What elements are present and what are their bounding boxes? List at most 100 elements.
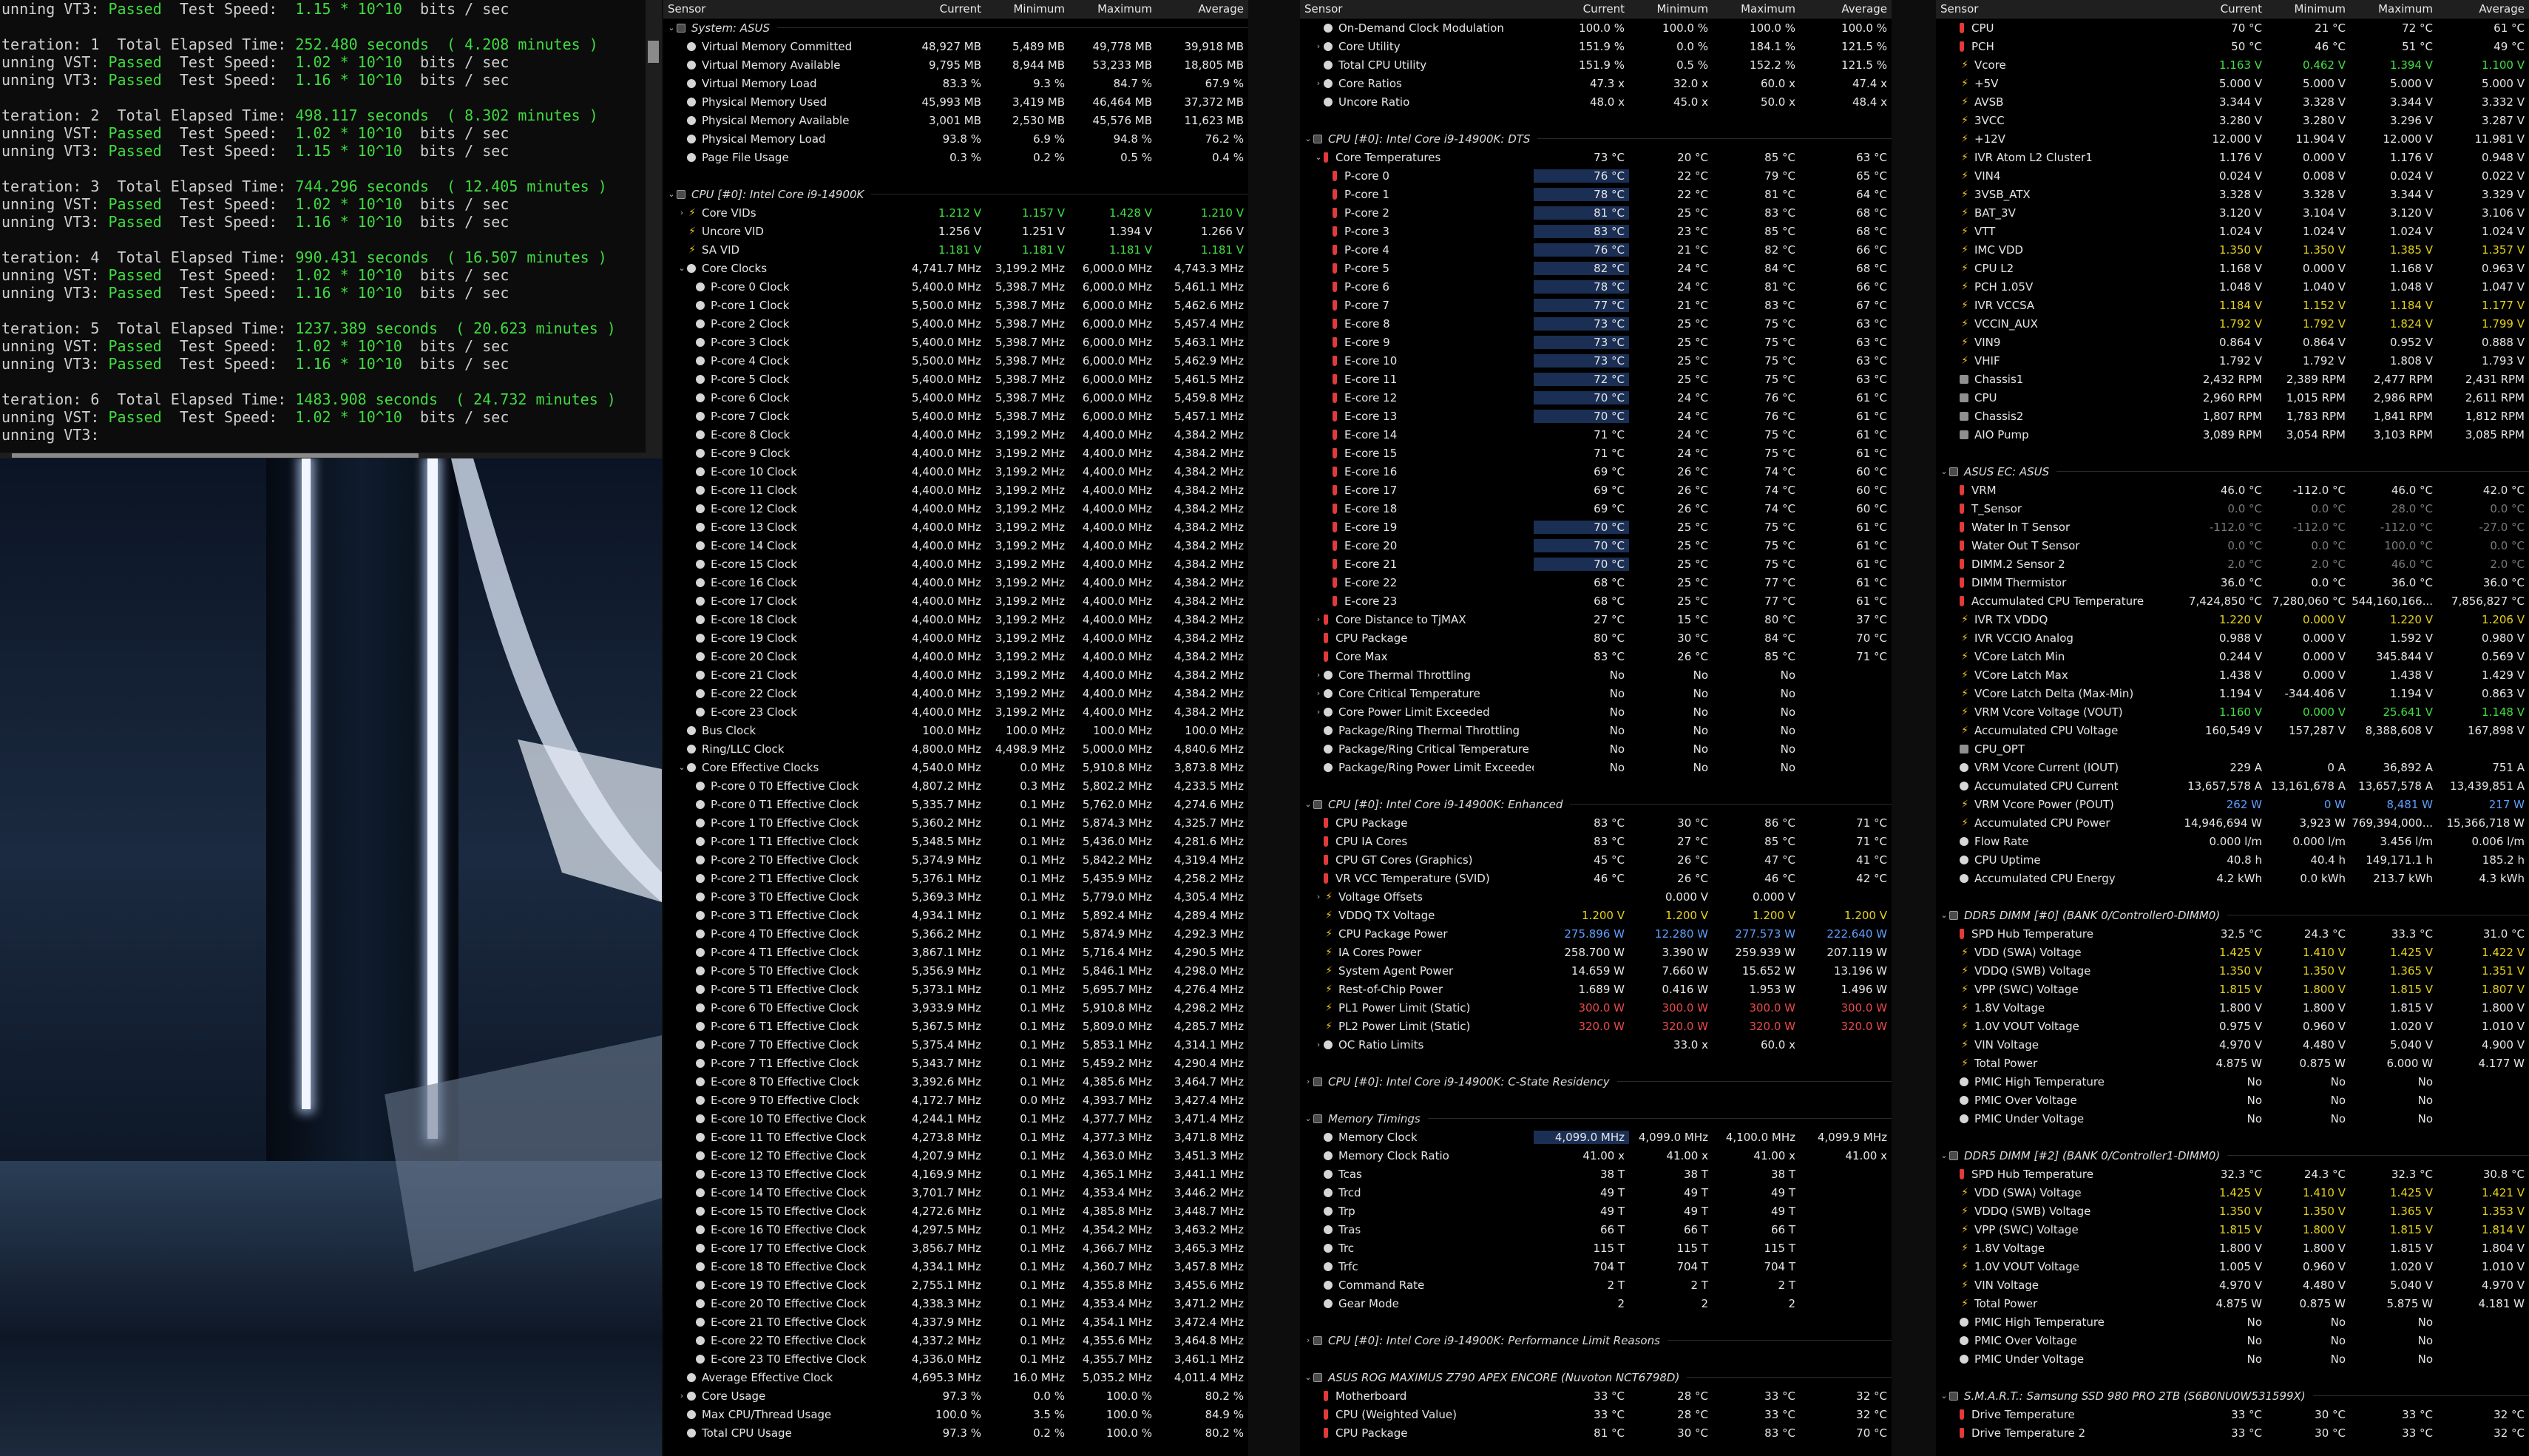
column-header-maximum[interactable]: Maximum <box>1713 2 1800 16</box>
expand-chevron-icon[interactable]: › <box>1313 78 1324 88</box>
expand-chevron-icon[interactable]: ⌄ <box>1939 910 1949 920</box>
sensor-row[interactable]: CPU 70 °C 21 °C 72 °C 61 °C <box>1936 18 2529 37</box>
sensor-row[interactable]: ⚡ VPP (SWC) Voltage 1.815 V 1.800 V 1.815 V1… <box>1936 980 2529 998</box>
sensor-row[interactable]: P-core 4 Clock 5,500.0 MHz 5,398.7 MHz 6,00… <box>663 351 1248 370</box>
sensor-row[interactable]: E-core 11 T0 Effective Clock 4,273.8 MHz 0… <box>663 1128 1248 1146</box>
sensor-row[interactable]: ⚡ IVR VCCSA 1.184 V 1.152 V 1.184 V 1.177 V <box>1936 296 2529 314</box>
sensor-group-header[interactable]: › CPU [#0]: Intel Core i9-14900K: Perform… <box>1300 1331 1892 1350</box>
sensor-row[interactable]: SPD Hub Temperature 32.5 °C 24.3 °C 33.3 °C… <box>1936 924 2529 943</box>
sensor-row[interactable]: Virtual Memory Available 9,795 MB 8,944 MB… <box>663 55 1248 74</box>
sensor-row[interactable]: P-core 5 82 °C 24 °C 84 °C 68 °C <box>1300 259 1892 277</box>
scrollbar-thumb[interactable] <box>648 41 659 63</box>
sensor-row[interactable]: DIMM.2 Sensor 2 2.0 °C 2.0 °C 46.0 °C 2.0 °C <box>1936 555 2529 573</box>
sensor-row[interactable]: Drive Temperature 33 °C 30 °C 33 °C 32 °C <box>1936 1405 2529 1423</box>
sensor-row[interactable]: ⚡ Rest-of-Chip Power 1.689 W 0.416 W 1.953 W… <box>1300 980 1892 998</box>
sensor-row[interactable]: E-core 8 Clock 4,400.0 MHz 3,199.2 MHz 4,40… <box>663 425 1248 444</box>
sensor-row[interactable]: PMIC Over Voltage No No No <box>1936 1331 2529 1350</box>
sensor-row[interactable]: ⚡ VRM Vcore Power (POUT) 262 W0 W 8,481 W 21… <box>1936 795 2529 813</box>
expand-chevron-icon[interactable]: › <box>1313 688 1324 698</box>
sensor-row[interactable]: ⚡ VRM Vcore Voltage (VOUT) 1.160 V 0.000 V2… <box>1936 702 2529 721</box>
collapse-chevron-icon[interactable]: ⌄ <box>677 762 687 772</box>
column-header-current[interactable]: Current <box>1534 2 1629 16</box>
sensor-row[interactable]: E-core 14 71 °C 24 °C 75 °C 61 °C <box>1300 425 1892 444</box>
sensor-row[interactable]: CPU (Weighted Value) 33 °C 28 °C 33 °C 32 °C <box>1300 1405 1892 1423</box>
sensor-row[interactable]: ⚡ VDDQ (SWB) Voltage 1.350 V 1.350 V 1.365 V… <box>1936 1202 2529 1220</box>
sensor-row[interactable]: › ⚡ Core VIDs 1.212 V 1.157 V 1.428 V 1.210 V <box>663 203 1248 222</box>
expand-chevron-icon[interactable]: ⌄ <box>1303 1372 1313 1382</box>
sensor-row[interactable]: ⚡ VHIF 1.792 V 1.792 V 1.808 V 1.793 V <box>1936 351 2529 370</box>
expand-chevron-icon[interactable]: ⌄ <box>1303 799 1313 809</box>
expand-chevron-icon[interactable]: › <box>677 208 687 217</box>
sensor-row[interactable]: E-core 16 T0 Effective Clock 4,297.5 MHz 0… <box>663 1220 1248 1239</box>
expand-chevron-icon[interactable]: ⌄ <box>666 23 677 33</box>
sensor-row[interactable]: ⚡ 1.0V VOUT Voltage 0.975 V 0.960 V 1.020 V1… <box>1936 1017 2529 1035</box>
column-header-average[interactable]: Average <box>2437 2 2529 16</box>
sensor-row[interactable]: ⚡ 1.8V Voltage 1.800 V 1.800 V 1.815 V 1.800 … <box>1936 998 2529 1017</box>
column-header-minimum[interactable]: Minimum <box>1629 2 1713 16</box>
collapse-chevron-icon[interactable]: ⌄ <box>1313 152 1324 162</box>
sensor-row[interactable]: CPU 2,960 RPM 1,015 RPM 2,986 RPM 2,611 RPM <box>1936 388 2529 407</box>
expand-chevron-icon[interactable]: › <box>1303 1077 1313 1086</box>
sensor-row[interactable]: ⚡ Accumulated CPU Power 14,946,694 W 3,923 … <box>1936 813 2529 832</box>
sensor-row[interactable]: P-core 0 Clock 5,400.0 MHz 5,398.7 MHz 6,00… <box>663 277 1248 296</box>
expand-chevron-icon[interactable]: › <box>1303 1335 1313 1345</box>
sensor-row[interactable]: ⚡ AVSB 3.344 V 3.328 V 3.344 V 3.332 V <box>1936 92 2529 111</box>
sensor-row[interactable]: E-core 15 Clock 4,400.0 MHz 3,199.2 MHz 4,4… <box>663 555 1248 573</box>
sensor-row[interactable]: E-core 17 69 °C 26 °C 74 °C 60 °C <box>1300 481 1892 499</box>
sensor-row[interactable]: ⚡ +5V 5.000 V 5.000 V 5.000 V 5.000 V <box>1936 74 2529 92</box>
sensor-row[interactable]: P-core 6 Clock 5,400.0 MHz 5,398.7 MHz 6,00… <box>663 388 1248 407</box>
sensor-row[interactable]: ⚡ PL2 Power Limit (Static) 320.0 W 320.0 W3… <box>1300 1017 1892 1035</box>
sensor-row[interactable]: ⚡ VCore Latch Max 1.438 V 0.000 V 1.438 V 1.4… <box>1936 666 2529 684</box>
column-header-minimum[interactable]: Minimum <box>2266 2 2350 16</box>
sensor-row[interactable]: Trcd 49 T 49 T 49 T <box>1300 1183 1892 1202</box>
sensor-group-header[interactable]: ⌄ CPU [#0]: Intel Core i9-14900K <box>663 185 1248 203</box>
sensor-row[interactable]: ⚡ VCore Latch Delta (Max-Min) 1.194 V -344.… <box>1936 684 2529 702</box>
expand-chevron-icon[interactable]: › <box>1313 707 1324 717</box>
column-header-current[interactable]: Current <box>2171 2 2266 16</box>
expand-chevron-icon[interactable]: ⌄ <box>1939 1151 1949 1160</box>
sensor-row[interactable]: VR VCC Temperature (SVID) 46 °C 26 °C 46 °C… <box>1300 869 1892 887</box>
expand-chevron-icon[interactable]: ⌄ <box>1303 1114 1313 1123</box>
terminal-vertical-scrollbar[interactable] <box>646 0 662 453</box>
sensor-row[interactable]: › Core Critical Temperature No No No <box>1300 684 1892 702</box>
sensor-row[interactable]: T_Sensor 0.0 °C 0.0 °C 28.0 °C 0.0 °C <box>1936 499 2529 518</box>
sensor-row[interactable]: ⚡ VIN Voltage 4.970 V 4.480 V 5.040 V 4.970 V <box>1936 1276 2529 1294</box>
sensor-row[interactable]: Flow Rate 0.000 l/m 0.000 l/m 3.456 l/m 0.00… <box>1936 832 2529 850</box>
sensor-row[interactable]: E-core 20 T0 Effective Clock 4,338.3 MHz 0… <box>663 1294 1248 1313</box>
column-header-current[interactable]: Current <box>890 2 986 16</box>
sensor-row[interactable]: E-core 15 T0 Effective Clock 4,272.6 MHz 0… <box>663 1202 1248 1220</box>
sensor-row[interactable]: ⚡ VPP (SWC) Voltage 1.815 V 1.800 V 1.815 V1… <box>1936 1220 2529 1239</box>
expand-chevron-icon[interactable]: › <box>1313 670 1324 680</box>
sensor-row[interactable]: Trp 49 T 49 T 49 T <box>1300 1202 1892 1220</box>
sensor-row[interactable]: P-core 7 T0 Effective Clock 5,375.4 MHz 0.… <box>663 1035 1248 1054</box>
sensor-row[interactable]: ⚡ System Agent Power 14.659 W 7.660 W 15.652… <box>1300 961 1892 980</box>
sensor-row[interactable]: Trc 115 T 115 T 115 T <box>1300 1239 1892 1257</box>
sensor-row[interactable]: E-core 14 T0 Effective Clock 3,701.7 MHz 0… <box>663 1183 1248 1202</box>
sensor-row[interactable]: ⚡ IVR Atom L2 Cluster1 1.176 V 0.000 V 1.176… <box>1936 148 2529 166</box>
sensor-row[interactable]: VRM Vcore Current (IOUT) 229 A0 A 36,892 A… <box>1936 758 2529 776</box>
sensor-row[interactable]: ⚡ Vcore 1.163 V 0.462 V 1.394 V 1.100 V <box>1936 55 2529 74</box>
sensor-row[interactable]: P-core 3 T0 Effective Clock 5,369.3 MHz 0.… <box>663 887 1248 906</box>
sensor-row[interactable]: Tcas 38 T 38 T 38 T <box>1300 1165 1892 1183</box>
sensor-row[interactable]: E-core 13 T0 Effective Clock 4,169.9 MHz 0… <box>663 1165 1248 1183</box>
column-header-average[interactable]: Average <box>1800 2 1892 16</box>
sensor-row[interactable]: Page File Usage 0.3 % 0.2 % 0.5 % 0.4 % <box>663 148 1248 166</box>
sensor-row[interactable]: Gear Mode 2 2 2 <box>1300 1294 1892 1313</box>
sensor-row[interactable]: Package/Ring Critical Temperature No No No <box>1300 739 1892 758</box>
sensor-row[interactable]: DIMM Thermistor 36.0 °C 0.0 °C 36.0 °C 36.0 … <box>1936 573 2529 592</box>
sensor-row[interactable]: PMIC High Temperature No No No <box>1936 1072 2529 1091</box>
sensor-row[interactable]: Chassis2 1,807 RPM 1,783 RPM 1,841 RPM 1,812… <box>1936 407 2529 425</box>
sensor-row[interactable]: Command Rate 2 T2 T2 T <box>1300 1276 1892 1294</box>
sensor-row[interactable]: E-core 12 70 °C 24 °C 76 °C 61 °C <box>1300 388 1892 407</box>
sensor-row[interactable]: E-core 15 71 °C 24 °C 75 °C 61 °C <box>1300 444 1892 462</box>
sensor-row[interactable]: E-core 23 68 °C 25 °C 77 °C 61 °C <box>1300 592 1892 610</box>
sensor-row[interactable]: CPU Uptime 40.8 h 40.4 h 149,171.1 h 185.2 h <box>1936 850 2529 869</box>
expand-chevron-icon[interactable]: › <box>1313 614 1324 624</box>
expand-chevron-icon[interactable]: ⌄ <box>1939 1391 1949 1401</box>
sensor-group-header[interactable]: ⌄ Memory Timings <box>1300 1109 1892 1128</box>
sensor-row[interactable]: E-core 17 T0 Effective Clock 3,856.7 MHz 0… <box>663 1239 1248 1257</box>
sensor-row[interactable]: P-core 2 81 °C 25 °C 83 °C 68 °C <box>1300 203 1892 222</box>
sensor-row[interactable]: ⚡ PL1 Power Limit (Static) 300.0 W 300.0 W3… <box>1300 998 1892 1017</box>
sensor-row[interactable]: E-core 10 T0 Effective Clock 4,244.1 MHz 0… <box>663 1109 1248 1128</box>
sensor-group-header[interactable]: ⌄ ASUS EC: ASUS <box>1936 462 2529 481</box>
